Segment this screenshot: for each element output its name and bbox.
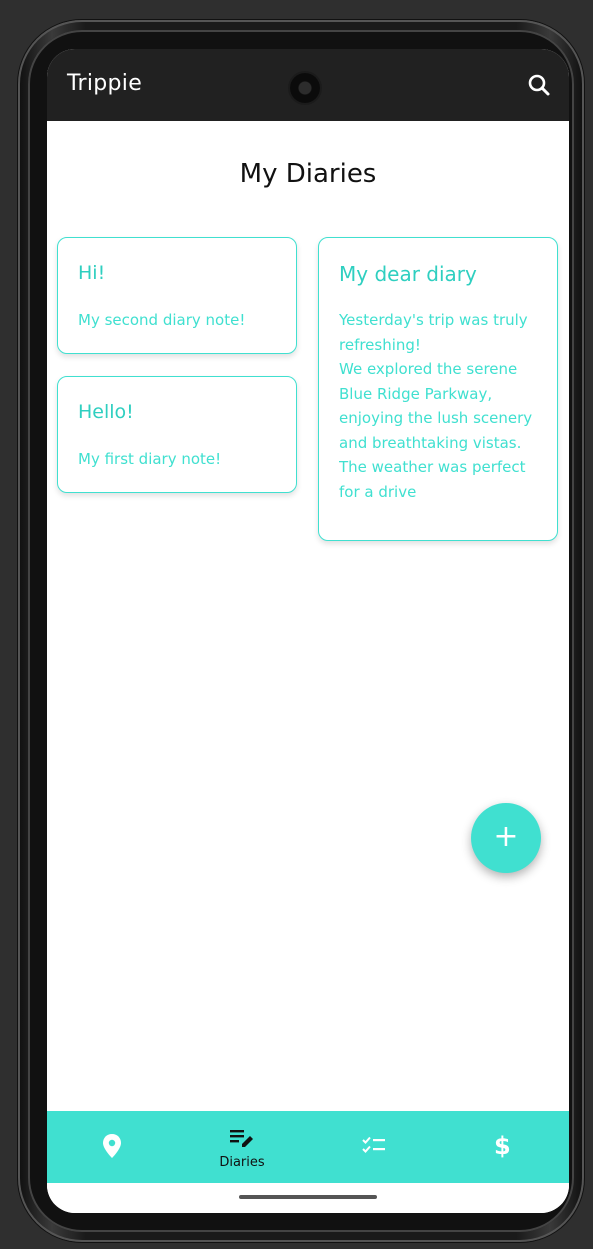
- nav-item-map[interactable]: [47, 1111, 177, 1183]
- note-body: My second diary note!: [78, 311, 246, 329]
- note-card[interactable]: Hello! My first diary note!: [57, 376, 297, 493]
- search-button[interactable]: [525, 71, 553, 99]
- note-card[interactable]: Hi! My second diary note!: [57, 237, 297, 354]
- app-bar: Trippie: [47, 49, 569, 121]
- app-screen: Trippie My Diaries Hi! My second diary n…: [47, 49, 569, 1213]
- nav-item-checklist[interactable]: [307, 1111, 437, 1183]
- gesture-area: [47, 1183, 569, 1213]
- page-title: My Diaries: [239, 159, 377, 189]
- device-stage: Trippie My Diaries Hi! My second diary n…: [0, 0, 593, 1249]
- search-icon: [528, 74, 550, 96]
- nav-item-diaries[interactable]: Diaries: [177, 1111, 307, 1183]
- add-icon: +: [493, 819, 519, 854]
- note-body: Yesterday's trip was truly refreshing! W…: [339, 311, 533, 501]
- svg-text:$: $: [494, 1132, 511, 1159]
- dollar-icon: $: [494, 1132, 511, 1159]
- add-note-button[interactable]: +: [471, 803, 541, 873]
- note-card[interactable]: My dear diary Yesterday's trip was truly…: [318, 237, 558, 541]
- edit-note-icon: [230, 1130, 253, 1147]
- front-camera: [290, 73, 320, 103]
- nav-label-diaries: Diaries: [219, 1155, 265, 1170]
- note-body: My first diary note!: [78, 450, 222, 468]
- note-title: Hi!: [78, 262, 106, 284]
- app-title: Trippie: [67, 71, 143, 96]
- checklist-icon: [362, 1136, 385, 1153]
- bottom-navigation: Diaries $: [47, 1111, 569, 1183]
- nav-item-expenses[interactable]: $: [437, 1111, 567, 1183]
- note-title: Hello!: [78, 401, 134, 423]
- note-title: My dear diary: [339, 262, 477, 286]
- location-pin-icon: [103, 1134, 121, 1158]
- home-gesture-bar[interactable]: [239, 1195, 377, 1199]
